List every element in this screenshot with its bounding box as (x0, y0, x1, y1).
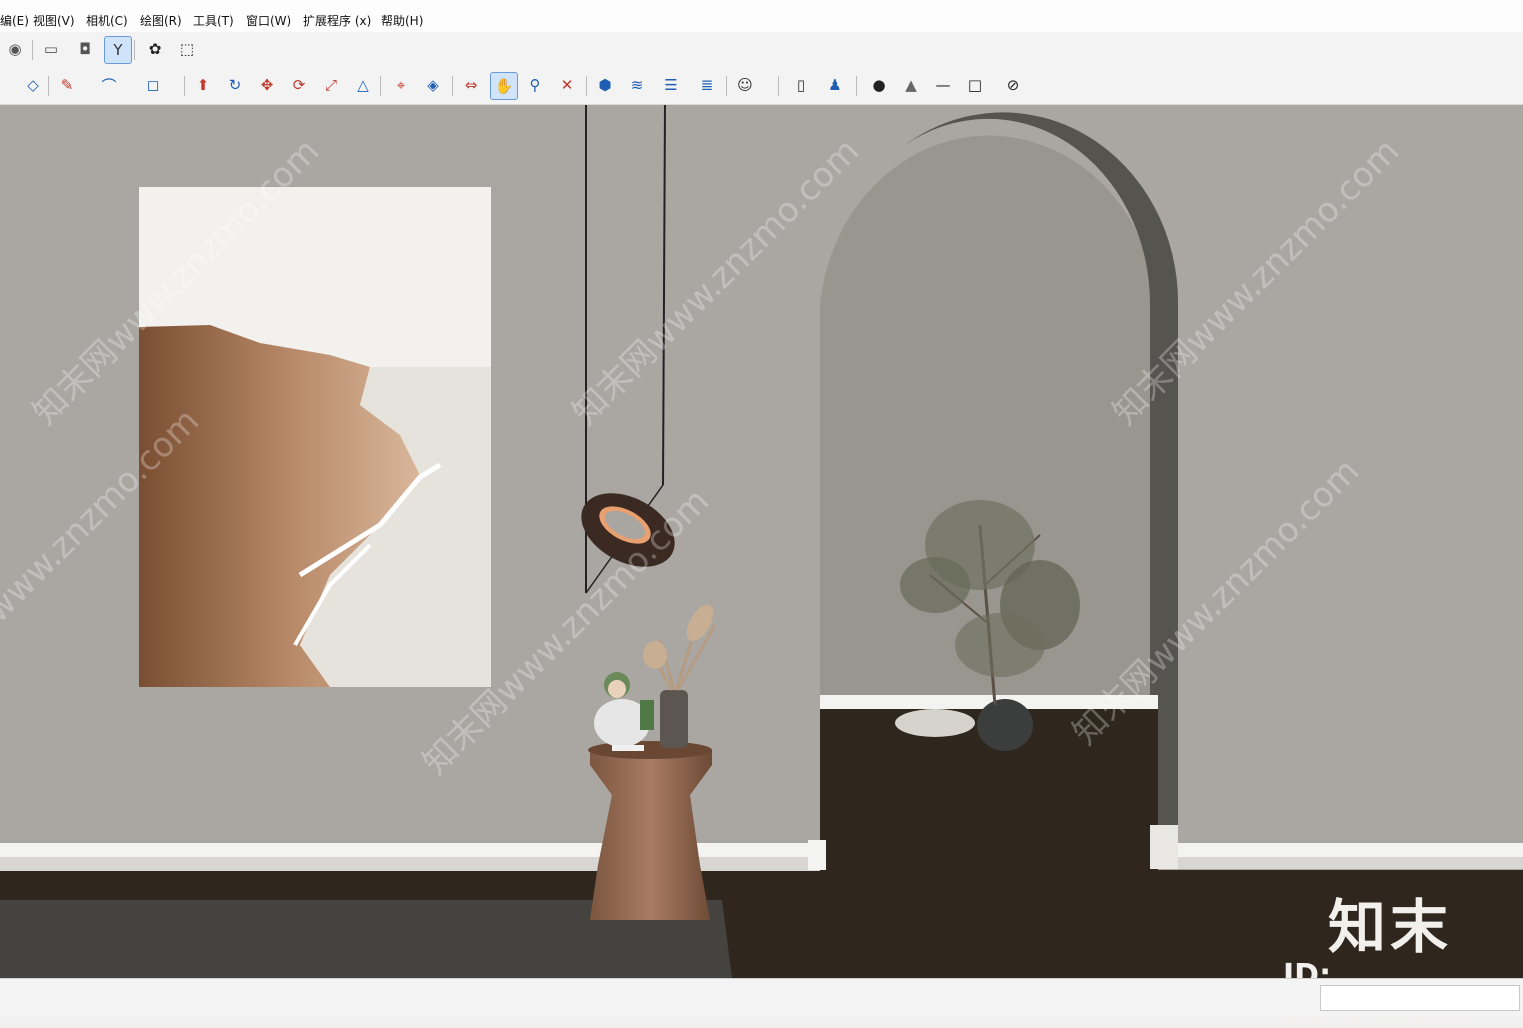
point-icon[interactable]: ● (866, 72, 892, 98)
toolbar-separator (184, 76, 185, 96)
menu-window[interactable]: 窗口(W) (246, 12, 291, 29)
toolbar-separator (726, 76, 727, 96)
move-icon[interactable]: ✥ (254, 72, 280, 98)
square-icon[interactable]: □ (962, 72, 988, 98)
toolbar-separator (48, 76, 49, 96)
toolbar-views: ◉ ▭ ◘ Y ✿ ⬚ (0, 32, 1523, 68)
toolbar-separator (778, 76, 779, 96)
toolbar-main: ◇ ✎ ⌒ ◻ ⬆ ↻ ✥ ⟳ ⤢ △ ⌖ ◈ ⇔ ✋ ⚲ ✕ ⬢ ≋ ☰ ≣ … (0, 68, 1523, 105)
pencil-icon[interactable]: ✎ (54, 72, 80, 98)
watermark-brand: 知末 (1328, 893, 1453, 961)
tape-icon[interactable]: ⌖ (388, 72, 414, 98)
profile-icon[interactable]: ☺ (732, 72, 758, 98)
line-icon[interactable]: — (930, 72, 956, 98)
arc-icon[interactable]: ⌒ (96, 72, 122, 98)
menu-extensions[interactable]: 扩展程序 (x) (303, 12, 371, 29)
document-icon[interactable]: ▯ (788, 72, 814, 98)
user-icon[interactable]: ♟ (822, 72, 848, 98)
menu-bar: 编(E) 视图(V) 相机(C) 绘图(R) 工具(T) 窗口(W) 扩展程序 … (0, 0, 1523, 33)
settings-gear-icon[interactable]: ✿ (142, 36, 168, 62)
menu-draw[interactable]: 绘图(R) (140, 12, 182, 29)
box-icon[interactable]: ⬚ (174, 36, 200, 62)
model-viewport[interactable]: 知末网www.znzmo.com 知末网www.znzmo.com 知末网www… (0, 105, 1523, 978)
measurements-box[interactable] (1320, 985, 1520, 1011)
menu-tools[interactable]: 工具(T) (193, 12, 234, 29)
status-bar (0, 978, 1523, 1016)
menu-view[interactable]: 视图(V) (33, 12, 75, 29)
layers-icon[interactable]: ≋ (624, 72, 650, 98)
orbit-icon[interactable]: ◉ (2, 36, 28, 62)
hide-icon[interactable]: ⊘ (1000, 72, 1026, 98)
pan-icon[interactable]: ✋ (490, 72, 518, 100)
offset-icon[interactable]: △ (350, 72, 376, 98)
components-icon[interactable]: ⬢ (592, 72, 618, 98)
camera-icon[interactable]: ▭ (38, 36, 64, 62)
zoom-icon[interactable]: ⚲ (522, 72, 548, 98)
scale-icon[interactable]: ⤢ (318, 72, 344, 98)
styles-icon[interactable]: ☰ (658, 72, 684, 98)
axes-icon[interactable]: Y (104, 36, 132, 64)
shadows-icon[interactable]: ≣ (694, 72, 720, 98)
section-icon[interactable]: ⇔ (458, 72, 484, 98)
eraser-icon[interactable]: ◇ (20, 72, 46, 98)
rectangle-icon[interactable]: ◻ (140, 72, 166, 98)
menu-help[interactable]: 帮助(H) (381, 12, 423, 29)
toolbar-separator (452, 76, 453, 96)
toolbar-separator (32, 40, 33, 60)
toolbar-separator (380, 76, 381, 96)
paint-icon[interactable]: ◈ (420, 72, 446, 98)
followme-icon[interactable]: ↻ (222, 72, 248, 98)
menu-edit[interactable]: 编(E) (0, 12, 29, 29)
toolbar-separator (856, 76, 857, 96)
cone-icon[interactable]: ▲ (898, 72, 924, 98)
zoom-extents-icon[interactable]: ✕ (554, 72, 580, 98)
photo-icon[interactable]: ◘ (72, 36, 98, 62)
pushpull-icon[interactable]: ⬆ (190, 72, 216, 98)
rotate-icon[interactable]: ⟳ (286, 72, 312, 98)
toolbar-separator (134, 40, 135, 60)
toolbar-separator (586, 76, 587, 96)
menu-camera[interactable]: 相机(C) (86, 12, 128, 29)
